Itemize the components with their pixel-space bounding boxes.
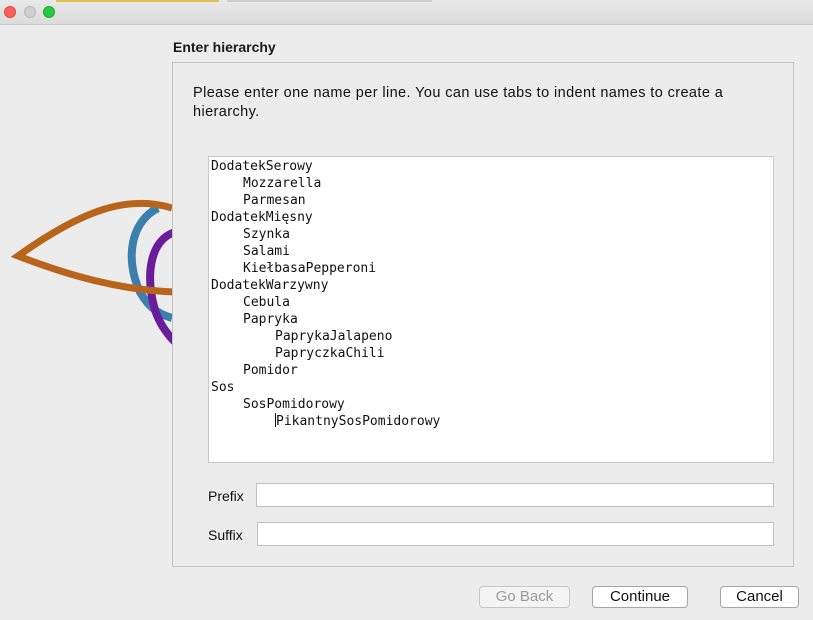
- go-back-button[interactable]: Go Back: [479, 586, 570, 608]
- hierarchy-line: DodatekWarzywny: [211, 278, 329, 293]
- hierarchy-line: Cebula: [243, 295, 290, 310]
- hierarchy-textarea[interactable]: DodatekSerowy Mozzarella Parmesan Dodate…: [208, 156, 774, 463]
- hierarchy-line: Papryka: [243, 312, 298, 327]
- title-bar: [0, 0, 813, 25]
- section-title: Enter hierarchy: [173, 39, 276, 55]
- hierarchy-line: PapryczkaChili: [275, 346, 385, 361]
- title-bar-tab-indicator: [227, 0, 432, 2]
- hierarchy-line-with-caret: PikantnySosPomidorowy: [211, 413, 773, 430]
- prefix-label: Prefix: [208, 488, 244, 504]
- hierarchy-line: Salami: [243, 244, 290, 259]
- hierarchy-line: Szynka: [243, 227, 290, 242]
- hierarchy-line: KiełbasaPepperoni: [243, 261, 377, 276]
- wizard-window: Enter hierarchy Please enter one name pe…: [0, 0, 813, 620]
- continue-button[interactable]: Continue: [592, 586, 688, 608]
- hierarchy-line: SosPomidorowy: [243, 397, 345, 412]
- zoom-window-button[interactable]: [43, 6, 55, 18]
- hierarchy-line: DodatekSerowy: [211, 159, 313, 174]
- prefix-input[interactable]: [256, 483, 774, 507]
- hierarchy-line: Pomidor: [243, 363, 298, 378]
- hierarchy-panel: Please enter one name per line. You can …: [172, 62, 794, 567]
- hierarchy-line: Mozzarella: [243, 176, 322, 191]
- suffix-input[interactable]: [257, 522, 774, 546]
- hierarchy-line: PaprykaJalapeno: [275, 329, 393, 344]
- hierarchy-line: Parmesan: [243, 193, 306, 208]
- hierarchy-line: Sos: [211, 380, 235, 395]
- title-bar-tab-indicator: [56, 0, 219, 2]
- suffix-label: Suffix: [208, 527, 243, 543]
- hierarchy-line: DodatekMięsny: [211, 210, 313, 225]
- minimize-window-button[interactable]: [24, 6, 36, 18]
- close-window-button[interactable]: [4, 6, 16, 18]
- instructions-text: Please enter one name per line. You can …: [193, 85, 724, 120]
- hierarchy-line-text: PikantnySosPomidorowy: [276, 414, 441, 429]
- cancel-button[interactable]: Cancel: [720, 586, 799, 608]
